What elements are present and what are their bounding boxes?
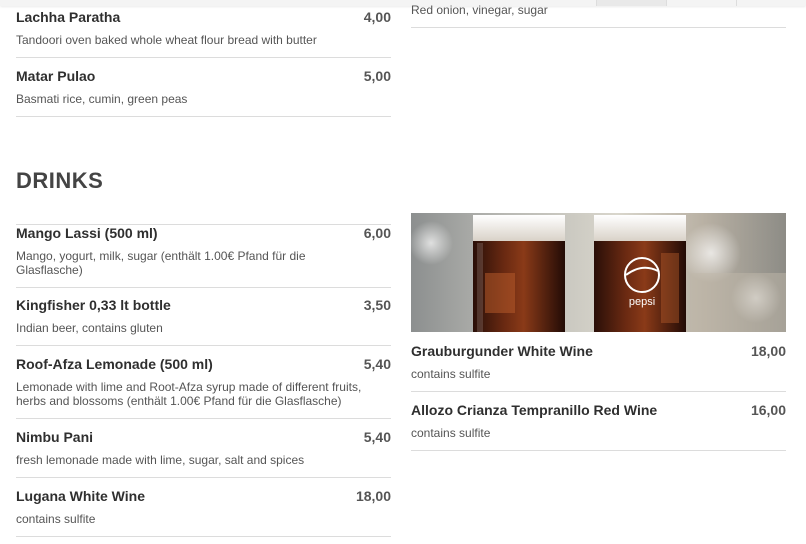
item-price: 3,50 [363, 297, 391, 313]
item-price: 5,40 [363, 429, 391, 445]
drinks-photo: pepsi [411, 213, 786, 332]
item-name: Nimbu Pani [16, 429, 94, 445]
item-description: Indian beer, contains gluten [16, 321, 163, 335]
item-price: 6,00 [363, 225, 391, 241]
item-description: contains sulfite [16, 512, 96, 526]
item-description: Tandoori oven baked whole wheat flour br… [16, 33, 317, 47]
item-description: Mango, yogurt, milk, sugar (enthält 1.00… [16, 249, 306, 277]
item-price: 5,00 [363, 68, 391, 84]
item-description: contains sulfite [411, 426, 491, 440]
item-name: Lugana White Wine [16, 488, 145, 504]
item-description: Lemonade with lime and Root-Afza syrup m… [16, 380, 362, 408]
menu-item-mango-lassi[interactable]: Mango Lassi (500 ml) 6,00 Mango, yogurt,… [16, 224, 391, 288]
item-name: Kingfisher 0,33 lt bottle [16, 297, 171, 313]
item-name: Roof-Afza Lemonade (500 ml) [16, 356, 213, 372]
menu-item-kingfisher[interactable]: Kingfisher 0,33 lt bottle 3,50 Indian be… [16, 297, 391, 346]
item-price: 16,00 [750, 402, 786, 418]
cola-glasses-illustration: pepsi [411, 215, 786, 332]
menu-item-lachha-paratha[interactable]: Lachha Paratha 4,00 Tandoori oven baked … [16, 9, 391, 58]
menu-item-lugana-white-wine[interactable]: Lugana White Wine 18,00 contains sulfite [16, 488, 391, 537]
item-name: Mango Lassi (500 ml) [16, 225, 158, 241]
item-price: 5,40 [363, 356, 391, 372]
item-price: 18,00 [750, 343, 786, 359]
item-price: 18,00 [355, 488, 391, 504]
section-title-drinks: DRINKS [16, 168, 104, 193]
menu-item-matar-pulao[interactable]: Matar Pulao 5,00 Basmati rice, cumin, gr… [16, 68, 391, 117]
item-description: fresh lemonade made with lime, sugar, sa… [16, 453, 305, 467]
menu-item-partial[interactable]: Red onion, vinegar, sugar [411, 0, 786, 28]
item-description: contains sulfite [411, 367, 491, 381]
menu-item-allozo-crianza[interactable]: Allozo Crianza Tempranillo Red Wine 16,0… [411, 402, 786, 451]
item-name: Grauburgunder White Wine [411, 343, 593, 359]
item-name: Lachha Paratha [16, 9, 121, 25]
item-name: Matar Pulao [16, 68, 96, 84]
item-price: 4,00 [363, 9, 391, 25]
item-description: Red onion, vinegar, sugar [411, 3, 548, 17]
item-description: Basmati rice, cumin, green peas [16, 92, 188, 106]
menu-item-roof-afza-lemonade[interactable]: Roof-Afza Lemonade (500 ml) 5,40 Lemonad… [16, 356, 391, 419]
item-name: Allozo Crianza Tempranillo Red Wine [411, 402, 658, 418]
menu-item-grauburgunder[interactable]: Grauburgunder White Wine 18,00 contains … [411, 343, 786, 392]
pepsi-wordmark: pepsi [629, 296, 655, 308]
menu-item-nimbu-pani[interactable]: Nimbu Pani 5,40 fresh lemonade made with… [16, 429, 391, 478]
